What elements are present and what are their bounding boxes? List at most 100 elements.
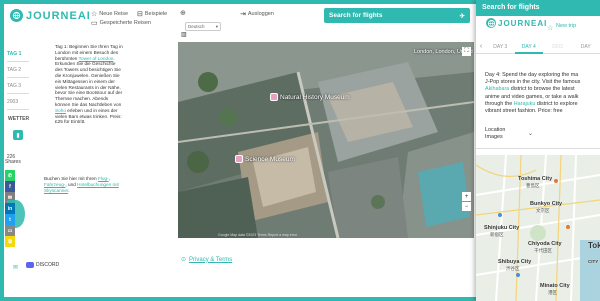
panel-desc-line: J-Pop stores in the city. Visit the famo… bbox=[485, 79, 600, 86]
star-icon: ☆ bbox=[91, 11, 98, 18]
images-label: Images bbox=[485, 134, 503, 140]
map-label-bunkyo-jp: 文京区 bbox=[536, 208, 550, 213]
panel-tab-day-4[interactable]: DAY 4 bbox=[514, 40, 543, 54]
tower-of-london-link[interactable]: Tower of London bbox=[79, 56, 114, 61]
weather-heading[interactable]: WETTER bbox=[8, 116, 29, 122]
chevron-left-icon[interactable]: ‹ bbox=[476, 43, 486, 50]
panel-logo[interactable]: JOURNEAI bbox=[486, 18, 547, 28]
map-attribution[interactable]: Google Map data ©2023 Terms Report a map… bbox=[218, 233, 297, 237]
poi-natural-history-label: Natural History Museum bbox=[280, 93, 350, 101]
folder-icon: ▭ bbox=[91, 20, 98, 27]
panel-tab-year[interactable]: 2003 bbox=[543, 40, 572, 54]
map-label-shinjuku-jp: 新宿区 bbox=[490, 232, 504, 237]
panel-desc-text: Day 4: Spend the day exploring the ma bbox=[485, 72, 579, 78]
language-select[interactable]: Deutsch ▾ bbox=[185, 22, 221, 31]
language-globe-icon[interactable]: ⊕ bbox=[180, 9, 186, 17]
panel-desc-line: through the Harajuku district to explore bbox=[485, 101, 600, 108]
logout-link[interactable]: ⇥ Ausloggen bbox=[240, 10, 274, 18]
panel-tab-day-3[interactable]: DAY 3 bbox=[486, 40, 515, 54]
panel-desc-line: anime and video games, or take a walk bbox=[485, 94, 600, 101]
panel-desc-text: district to browse the latest bbox=[509, 86, 575, 93]
booking-suffix: . bbox=[68, 187, 70, 193]
fullscreen-icon[interactable]: ⛶ bbox=[462, 47, 471, 56]
share-count-label: Shares bbox=[5, 159, 21, 165]
privacy-terms-link[interactable]: ⊙ Privacy & Terms bbox=[181, 256, 233, 264]
sms-share-icon[interactable]: ▭ bbox=[5, 225, 15, 236]
globe-logo-icon bbox=[486, 18, 496, 28]
map-poi-natural-history[interactable]: Natural History Museum bbox=[270, 93, 350, 101]
map-label-tokyo: Tok bbox=[588, 241, 600, 250]
panel-desc-line: vibrant street fashion. Price: free bbox=[485, 108, 600, 115]
frame-left-border bbox=[0, 0, 4, 301]
twitter-share-icon[interactable]: t bbox=[5, 214, 15, 225]
panel-desc-text: J-Pop stores in the city. Visit the famo… bbox=[485, 79, 581, 86]
panel-header[interactable]: Search for flights bbox=[476, 0, 600, 16]
map-pin-icon[interactable] bbox=[516, 273, 520, 277]
chevron-down-icon[interactable]: ⌄ bbox=[528, 130, 533, 137]
tab-day-1[interactable]: TAG 1 bbox=[7, 46, 29, 62]
map-label-minato: Minato City bbox=[540, 283, 570, 289]
map-pin-icon[interactable] bbox=[566, 225, 570, 229]
star-icon: ☆ bbox=[547, 25, 554, 32]
discord-link[interactable]: DISCORD bbox=[26, 262, 59, 268]
linkedin-share-icon[interactable]: in bbox=[5, 203, 15, 214]
flight-booking-link[interactable]: Flug- bbox=[98, 176, 109, 181]
panel-logo-text: JOURNEAI bbox=[498, 18, 548, 28]
poi-science-museum-label: Science Museum bbox=[245, 155, 295, 163]
share-button[interactable]: ▮ bbox=[13, 130, 23, 140]
frame-bottom-border bbox=[0, 297, 480, 301]
soho-link[interactable]: Soho bbox=[55, 108, 66, 113]
map-book-icon[interactable]: ▥ bbox=[181, 31, 187, 38]
map-label-minato-jp: 港区 bbox=[548, 290, 557, 295]
vehicle-booking-link[interactable]: Fahrzeug- bbox=[44, 182, 65, 187]
map-poi-science-museum[interactable]: Science Museum bbox=[235, 155, 295, 163]
panel-day-tabs: ‹ DAY 3 DAY 4 2003 DAY bbox=[476, 40, 600, 54]
panel-desc-line: Akihabara district to browse the latest bbox=[485, 86, 600, 93]
tab-day-2[interactable]: TAG 2 bbox=[7, 62, 29, 78]
tab-year[interactable]: 2003 bbox=[7, 94, 29, 110]
privacy-terms-label: Privacy & Terms bbox=[189, 256, 233, 263]
bookmark-icon: ▮ bbox=[16, 132, 20, 139]
logo[interactable]: JOURNEAI bbox=[10, 9, 91, 22]
zoom-in-icon[interactable]: + bbox=[462, 192, 471, 201]
booking-text: Buchen Sie hier mit Ihren Flug-, Fahrzeu… bbox=[44, 176, 124, 193]
panel-location-images[interactable]: Location Images bbox=[485, 127, 505, 141]
panel-tab-day-next[interactable]: DAY bbox=[572, 40, 600, 54]
map-label-shibuya: Shibuya City bbox=[498, 259, 532, 265]
panel-desc-line: Day 4: Spend the day exploring the ma bbox=[485, 72, 600, 79]
tab-day-3[interactable]: TAG 3 bbox=[7, 78, 29, 94]
panel-desc-text: vibrant street fashion. Price: free bbox=[485, 108, 563, 115]
street-view-map[interactable]: London, London, United ⛶ + − Natural His… bbox=[178, 42, 474, 238]
copy-link-icon[interactable]: ⧉ bbox=[5, 236, 15, 247]
panel-day-description: Day 4: Spend the day exploring the ma J-P… bbox=[485, 72, 600, 115]
shield-icon: ⊙ bbox=[181, 257, 187, 263]
desc-part-3: erleben und in eines der vielen Bars etw… bbox=[55, 107, 122, 125]
search-flights-button[interactable]: Search for flights ✈ bbox=[324, 8, 470, 23]
examples-link[interactable]: ⊟ Beispiele bbox=[137, 10, 167, 18]
panel-place-link[interactable]: Akihabara bbox=[485, 86, 509, 92]
flight-search-panel: Search for flights JOURNEAI ☆ New trip ‹… bbox=[476, 0, 600, 301]
map-pin-icon[interactable] bbox=[554, 179, 558, 183]
day-description: Tag 1: Beginnen Sie Ihren Tag in London … bbox=[55, 44, 123, 125]
share-counter: 226 Shares bbox=[5, 155, 21, 165]
panel-desc-text: anime and video games, or take a walk bbox=[485, 93, 579, 100]
search-flights-label: Search for flights bbox=[329, 12, 383, 19]
whatsapp-share-icon[interactable]: ✆ bbox=[5, 170, 15, 181]
map-label-toshima-jp: 豊島区 bbox=[526, 183, 540, 188]
panel-place-link[interactable]: Harajuku bbox=[514, 101, 536, 107]
discord-icon bbox=[26, 262, 34, 268]
panel-new-trip-link[interactable]: New trip bbox=[556, 23, 576, 29]
booking-prefix: Buchen Sie hier mit Ihren bbox=[44, 176, 98, 181]
saved-trips-link[interactable]: ▭ Gespeicherte Reisen bbox=[91, 19, 151, 27]
map-label-toshima: Toshima City bbox=[518, 176, 553, 182]
zoom-out-icon[interactable]: − bbox=[462, 202, 471, 211]
tokyo-map[interactable]: Toshima City 豊島区 Bunkyo City 文京区 Shinjuk… bbox=[476, 155, 600, 301]
museum-pin-icon bbox=[235, 155, 243, 163]
bookmark-icon: ⊟ bbox=[137, 11, 143, 18]
saved-trips-label: Gespeicherte Reisen bbox=[99, 20, 151, 26]
new-trip-link[interactable]: ☆ Neue Reise bbox=[91, 10, 128, 18]
mail-icon[interactable]: ✉ bbox=[13, 264, 18, 271]
map-label-chiyoda: Chiyoda City bbox=[528, 241, 562, 247]
map-pin-icon[interactable] bbox=[498, 213, 502, 217]
facebook-share-icon[interactable]: f bbox=[5, 181, 15, 192]
